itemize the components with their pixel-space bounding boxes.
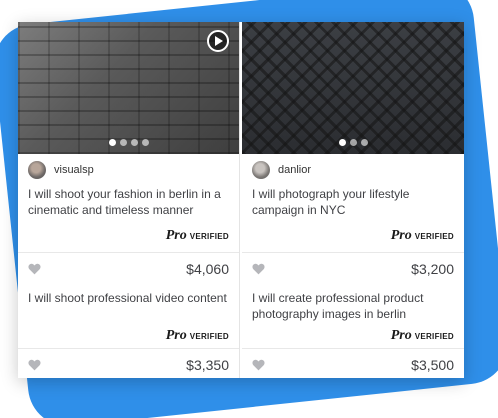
carousel-dot[interactable] xyxy=(108,139,116,146)
heart-icon[interactable] xyxy=(252,359,265,371)
heart-icon[interactable] xyxy=(28,359,41,371)
pro-label: Pro xyxy=(165,228,187,243)
seller-name[interactable]: visualsp xyxy=(54,164,94,176)
stage: visualsp I will shoot your fashion in be… xyxy=(0,0,498,418)
verified-label: VERIFIED xyxy=(189,332,229,341)
pro-verified-badge: Pro VERIFIED xyxy=(242,322,464,348)
heart-icon[interactable] xyxy=(252,263,265,275)
carousel-dot[interactable] xyxy=(130,139,138,146)
gig-column-right: danlior I will photograph your lifestyle… xyxy=(242,22,464,378)
gig-price: $3,200 xyxy=(411,260,454,277)
gig-panel: visualsp I will shoot your fashion in be… xyxy=(18,22,464,378)
seller-info: visualsp xyxy=(18,154,239,186)
pro-verified-badge: Pro VERIFIED xyxy=(18,322,239,348)
verified-label: VERIFIED xyxy=(189,232,229,241)
carousel-dot[interactable] xyxy=(141,139,149,146)
verified-label: VERIFIED xyxy=(414,332,454,341)
gig-title[interactable]: I will photograph your lifestyle campaig… xyxy=(242,186,464,228)
gig-title[interactable]: I will shoot your fashion in berlin in a… xyxy=(18,186,239,228)
verified-label: VERIFIED xyxy=(414,232,454,241)
gig-title[interactable]: I will shoot professional video content xyxy=(18,284,239,322)
gig-price: $3,350 xyxy=(186,356,229,373)
seller-name[interactable]: danlior xyxy=(278,164,311,176)
gig-price: $3,500 xyxy=(411,356,454,373)
pro-label: Pro xyxy=(390,228,412,243)
gig-photo[interactable] xyxy=(18,22,239,154)
pro-verified-badge: Pro VERIFIED xyxy=(242,228,464,252)
gig-footer: $3,500 xyxy=(242,348,464,378)
heart-icon[interactable] xyxy=(28,263,41,275)
carousel-dots xyxy=(242,139,464,146)
gig-title[interactable]: I will create professional product photo… xyxy=(242,284,464,322)
gig-footer: $3,200 xyxy=(242,252,464,284)
gig-price: $4,060 xyxy=(186,260,229,277)
gig-column-left: visualsp I will shoot your fashion in be… xyxy=(18,22,240,378)
carousel-dots xyxy=(18,139,239,146)
seller-info: danlior xyxy=(242,154,464,186)
play-icon[interactable] xyxy=(207,30,229,52)
pro-label: Pro xyxy=(165,328,187,343)
avatar[interactable] xyxy=(28,161,46,179)
carousel-dot[interactable] xyxy=(338,139,346,146)
carousel-dot[interactable] xyxy=(119,139,127,146)
gig-photo[interactable] xyxy=(242,22,464,154)
avatar[interactable] xyxy=(252,161,270,179)
pro-verified-badge: Pro VERIFIED xyxy=(18,228,239,252)
gig-footer: $3,350 xyxy=(18,348,239,378)
pro-label: Pro xyxy=(390,328,412,343)
carousel-dot[interactable] xyxy=(349,139,357,146)
gig-footer: $4,060 xyxy=(18,252,239,284)
carousel-dot[interactable] xyxy=(360,139,368,146)
